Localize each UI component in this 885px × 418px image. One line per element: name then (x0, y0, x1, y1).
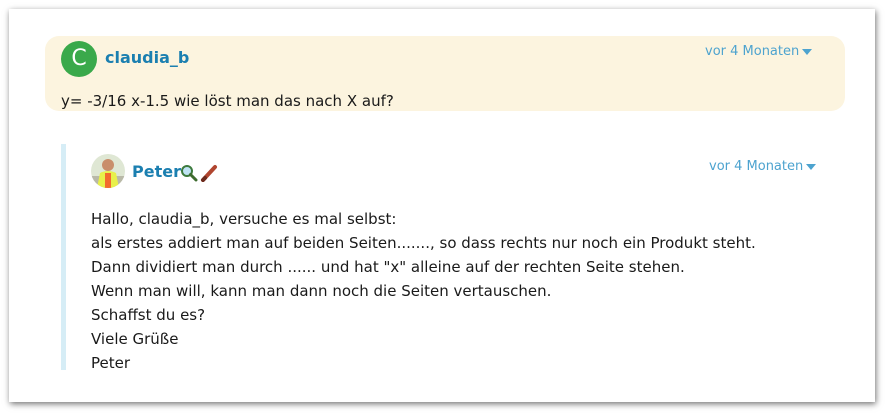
answer-line: Wenn man will, kann man dann noch die Se… (91, 282, 552, 300)
answer-text: Hallo, claudia_b, versuche es mal selbst… (91, 207, 756, 375)
question-timestamp: vor 4 Monaten (705, 44, 800, 59)
answer-timestamp: vor 4 Monaten (709, 159, 804, 174)
answer-username[interactable]: Peter (132, 162, 181, 181)
question-username[interactable]: claudia_b (105, 48, 189, 67)
answer-line: Viele Grüße (91, 330, 179, 348)
avatar[interactable]: C (61, 41, 97, 77)
question-timestamp-menu[interactable]: vor 4 Monaten (705, 44, 813, 59)
answer-line: Schaffst du es? (91, 306, 206, 324)
question-card: C claudia_b vor 4 Monaten y= -3/16 x-1.5… (45, 36, 845, 111)
user-badges (180, 164, 218, 186)
answer-line: Hallo, claudia_b, versuche es mal selbst… (91, 210, 397, 228)
chevron-down-icon (806, 164, 817, 170)
answer-card: Peter vor 4 Monaten Hallo, claudia_b, ve… (61, 144, 846, 372)
thread-frame: C claudia_b vor 4 Monaten y= -3/16 x-1.5… (9, 9, 875, 402)
question-text: y= -3/16 x-1.5 wie löst man das nach X a… (61, 92, 394, 110)
chevron-down-icon (802, 49, 813, 55)
avatar[interactable] (91, 154, 125, 188)
answer-timestamp-menu[interactable]: vor 4 Monaten (709, 159, 817, 174)
answer-line: Peter (91, 354, 131, 372)
pencil-icon (200, 164, 218, 186)
answer-line: Dann dividiert man durch ...... und hat … (91, 258, 685, 276)
magnifier-icon (180, 164, 198, 186)
answer-line: als erstes addiert man auf beiden Seiten… (91, 234, 756, 252)
